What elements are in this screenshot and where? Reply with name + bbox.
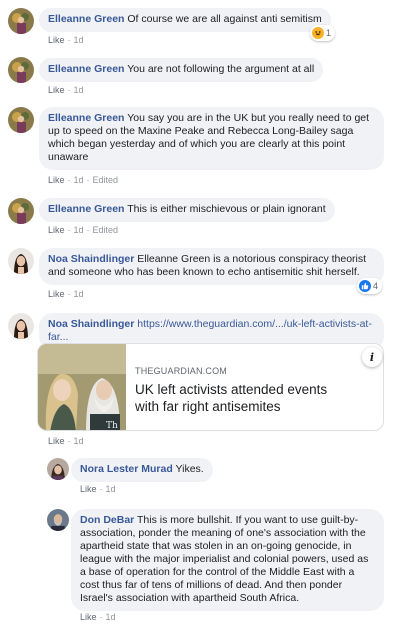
avatar[interactable]: [8, 57, 34, 83]
like-link[interactable]: Like: [48, 225, 65, 235]
like-link[interactable]: Like: [80, 484, 97, 494]
preview-title[interactable]: UK left activists attended events with f…: [135, 381, 340, 415]
comment-bubble: Nora Lester Murad Yikes.: [71, 458, 213, 482]
like-link[interactable]: Like: [48, 175, 65, 185]
like-reaction-icon: [359, 280, 371, 292]
haha-reaction-icon: [312, 27, 324, 39]
like-link[interactable]: Like: [80, 612, 97, 622]
like-link[interactable]: Like: [48, 289, 65, 299]
reply-text: Yikes.: [175, 463, 204, 475]
timestamp[interactable]: 1d: [74, 225, 84, 235]
comment-actions: Like · 1d: [48, 436, 84, 446]
like-link[interactable]: Like: [48, 85, 65, 95]
comment-author[interactable]: Elleanne Green: [48, 112, 124, 124]
comment-actions: Like · 1d · Edited: [48, 225, 119, 235]
reaction-number: 4: [373, 281, 379, 291]
comment-author[interactable]: Elleanne Green: [48, 13, 124, 25]
timestamp[interactable]: 1d: [74, 436, 84, 446]
comment-bubble: Noa Shaindlinger Elleanne Green is a not…: [39, 248, 384, 285]
reaction-count[interactable]: 1: [310, 25, 336, 41]
comment-actions: Like · 1d: [48, 289, 84, 299]
comment-actions: Like · 1d · Edited: [48, 175, 119, 185]
avatar[interactable]: [47, 509, 69, 531]
avatar[interactable]: [8, 248, 34, 274]
comment-bubble: Elleanne Green Of course we are all agai…: [39, 8, 331, 32]
reply-actions: Like · 1d: [80, 612, 116, 622]
link-preview-card[interactable]: Th THEGUARDIAN.COM UK left activists att…: [37, 343, 384, 431]
timestamp[interactable]: 1d: [74, 85, 84, 95]
comment-text: You are not following the argument at al…: [127, 63, 315, 75]
preview-domain: THEGUARDIAN.COM: [135, 366, 228, 376]
comment-author[interactable]: Elleanne Green: [48, 63, 124, 75]
comment-bubble: Don DeBar This is more bullshit. If you …: [71, 509, 384, 611]
reaction-number: 1: [326, 28, 332, 38]
avatar[interactable]: [8, 107, 34, 133]
edited-label[interactable]: Edited: [93, 225, 119, 235]
comment-author[interactable]: Noa Shaindlinger: [48, 318, 134, 330]
comment-bubble: Elleanne Green You say you are in the UK…: [39, 107, 384, 170]
comment-text: Of course we are all against anti semiti…: [127, 13, 322, 25]
comment-bubble: Elleanne Green This is either mischievou…: [39, 198, 335, 222]
comment-author[interactable]: Elleanne Green: [48, 203, 124, 215]
reply-author[interactable]: Nora Lester Murad: [80, 463, 173, 475]
timestamp[interactable]: 1d: [74, 35, 84, 45]
comment-actions: Like · 1d: [48, 85, 84, 95]
reply-actions: Like · 1d: [80, 484, 116, 494]
edited-label[interactable]: Edited: [93, 175, 119, 185]
reaction-count[interactable]: 4: [357, 278, 383, 294]
reply-text: This is more bullshit. If you want to us…: [80, 514, 369, 604]
timestamp[interactable]: 1d: [106, 612, 116, 622]
timestamp[interactable]: 1d: [74, 289, 84, 299]
comment-actions: Like · 1d: [48, 35, 84, 45]
preview-thumbnail: Th: [38, 344, 126, 431]
comment-bubble: Elleanne Green You are not following the…: [39, 58, 324, 82]
comment-text: This is either mischievous or plain igno…: [127, 203, 326, 215]
timestamp[interactable]: 1d: [106, 484, 116, 494]
avatar[interactable]: [47, 458, 69, 480]
avatar[interactable]: [8, 8, 34, 34]
svg-text:Th: Th: [106, 421, 118, 431]
reply-author[interactable]: Don DeBar: [80, 514, 134, 526]
avatar[interactable]: [8, 198, 34, 224]
like-link[interactable]: Like: [48, 436, 65, 446]
avatar[interactable]: [8, 313, 34, 339]
info-icon[interactable]: i: [362, 347, 382, 367]
comment-author[interactable]: Noa Shaindlinger: [48, 253, 134, 265]
like-link[interactable]: Like: [48, 35, 65, 45]
timestamp[interactable]: 1d: [74, 175, 84, 185]
